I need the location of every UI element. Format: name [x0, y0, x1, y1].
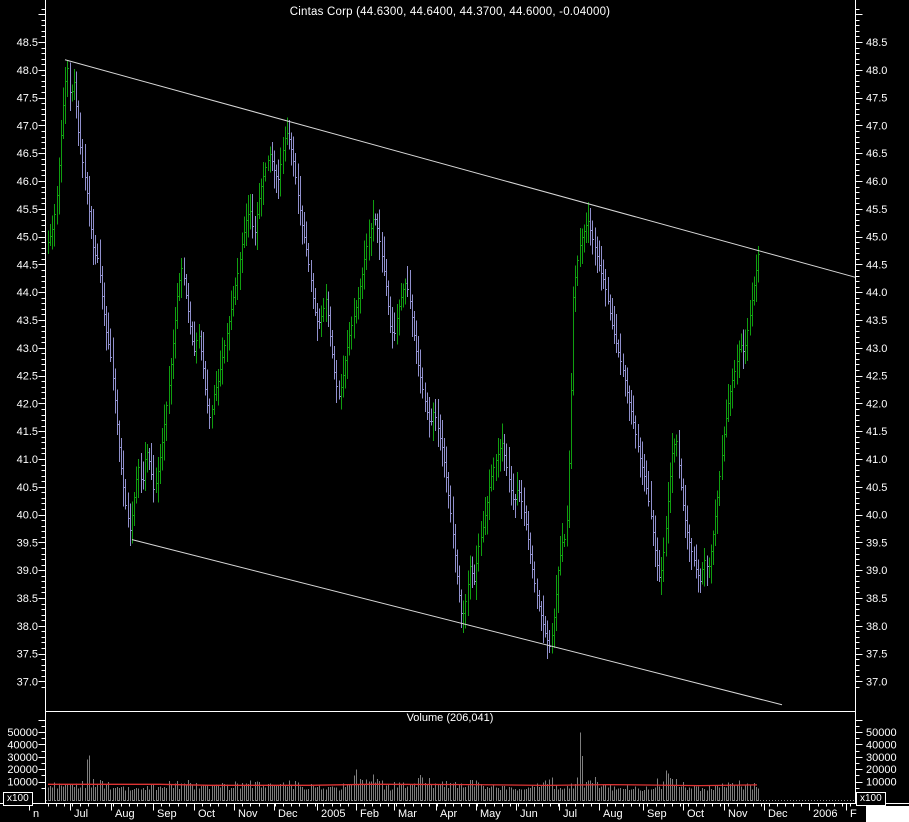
- price-tick-label: 41.0: [17, 454, 38, 466]
- price-tick-label: 41.0: [866, 454, 887, 466]
- time-tick-label: Aug: [603, 808, 623, 820]
- time-tick-label: Mar: [398, 808, 417, 820]
- volume-ma-line: [48, 783, 758, 787]
- price-tick-label: 38.0: [17, 621, 38, 633]
- price-tick-label: 39.5: [866, 537, 887, 549]
- volume-tick-label: 40000: [866, 739, 897, 751]
- price-tick-label: 37.0: [866, 676, 887, 688]
- price-tick-label: 42.0: [866, 398, 887, 410]
- price-tick-label: 40.0: [17, 510, 38, 522]
- volume-pane-title: Volume (206,041): [406, 712, 494, 724]
- time-tick-label: Jun: [520, 808, 538, 820]
- time-tick-label: May: [480, 808, 501, 820]
- corner-box: [866, 806, 909, 822]
- time-tick-label: Aug: [115, 808, 135, 820]
- chart-frame: [0, 0, 909, 804]
- price-tick-label: 37.5: [866, 649, 887, 661]
- price-tick-label: 46.5: [866, 148, 887, 160]
- time-tick-label: Sep: [647, 808, 667, 820]
- price-tick-label: 48.5: [866, 37, 887, 49]
- price-tick-label: 41.5: [17, 426, 38, 438]
- volume-tick-label: 10000: [7, 777, 38, 789]
- price-tick-label: 45.5: [866, 204, 887, 216]
- time-tick-label: n: [33, 808, 39, 820]
- price-tick-label: 44.0: [17, 287, 38, 299]
- price-tick-label: 39.0: [17, 565, 38, 577]
- time-tick-label: Dec: [768, 808, 788, 820]
- price-tick-label: 38.5: [17, 593, 38, 605]
- price-tick-label: 44.5: [17, 259, 38, 271]
- upper-channel-trendline[interactable]: [64, 59, 856, 278]
- volume-tick-marks: [38, 720, 863, 789]
- time-tick-label: Nov: [728, 808, 748, 820]
- time-tick-label: Apr: [440, 808, 457, 820]
- chart-window: 48.5 48.5 48.0 48.0 47.5 47.5 47.0 47.0 46.5 46.5…: [0, 0, 909, 822]
- time-tick-label: F: [850, 808, 857, 820]
- price-axis-labels: 48.5 48.5 48.0 48.0 47.5 47.5 47.0 47.0 46.5 46.5…: [17, 37, 888, 688]
- time-tick-label: Feb: [360, 808, 379, 820]
- volume-tick-label: 10000: [866, 777, 897, 789]
- time-tick-label: 2005: [321, 808, 345, 820]
- price-tick-label: 40.0: [866, 510, 887, 522]
- price-tick-label: 39.5: [17, 537, 38, 549]
- price-tick-label: 43.5: [17, 315, 38, 327]
- time-tick-label: Oct: [687, 808, 704, 820]
- volume-tick-label: 50000: [7, 727, 38, 739]
- price-tick-label: 40.5: [866, 482, 887, 494]
- time-axis-labels: n Jul Aug Sep Oct Nov Dec 2005 Feb Mar Apr May Jun Ju…: [29, 803, 857, 820]
- trendlines[interactable]: [64, 59, 856, 706]
- price-tick-label: 42.0: [17, 398, 38, 410]
- chart-canvas[interactable]: 48.5 48.5 48.0 48.0 47.5 47.5 47.0 47.0 46.5 46.5…: [0, 0, 909, 822]
- price-tick-label: 47.5: [17, 93, 38, 105]
- price-tick-label: 46.5: [17, 148, 38, 160]
- price-tick-label: 48.0: [17, 65, 38, 77]
- price-tick-label: 44.0: [866, 287, 887, 299]
- price-tick-label: 45.0: [17, 232, 38, 244]
- volume-tick-label: 20000: [866, 764, 897, 776]
- price-tick-label: 43.0: [866, 343, 887, 355]
- volume-bars: [48, 732, 759, 801]
- time-tick-label: 2006: [813, 808, 837, 820]
- price-tick-label: 42.5: [866, 371, 887, 383]
- volume-axis-labels: 50000 5000040000 4000030000 3000020000 20000…: [7, 727, 896, 789]
- price-tick-label: 37.5: [17, 649, 38, 661]
- price-tick-label: 37.0: [17, 676, 38, 688]
- price-tick-label: 40.5: [17, 482, 38, 494]
- time-tick-label: Oct: [198, 808, 215, 820]
- left-axis-multiplier-label: x100: [3, 792, 33, 806]
- price-tick-label: 46.0: [866, 176, 887, 188]
- price-tick-label: 43.5: [866, 315, 887, 327]
- volume-tick-label: 50000: [866, 727, 897, 739]
- price-tick-label: 41.5: [866, 426, 887, 438]
- price-tick-label: 38.5: [866, 593, 887, 605]
- price-tick-label: 48.0: [866, 65, 887, 77]
- chart-title: Cintas Corp (44.6300, 44.6400, 44.3700, …: [289, 6, 611, 18]
- time-tick-label: Jul: [563, 808, 577, 820]
- time-tick-label: Jul: [74, 808, 88, 820]
- price-tick-label: 47.5: [866, 93, 887, 105]
- price-tick-label: 46.0: [17, 176, 38, 188]
- volume-tick-label: 40000: [7, 739, 38, 751]
- price-tick-label: 42.5: [17, 371, 38, 383]
- price-tick-label: 43.0: [17, 343, 38, 355]
- volume-tick-label: 30000: [866, 752, 897, 764]
- time-tick-label: Dec: [278, 808, 298, 820]
- price-bars-up: [47, 61, 761, 654]
- price-tick-label: 47.0: [866, 120, 887, 132]
- right-axis-multiplier-label: x100: [856, 792, 886, 806]
- time-tick-label: Sep: [157, 808, 177, 820]
- price-tick-label: 44.5: [866, 259, 887, 271]
- volume-tick-label: 20000: [7, 764, 38, 776]
- price-tick-label: 45.0: [866, 232, 887, 244]
- time-tick-label: Nov: [238, 808, 258, 820]
- price-tick-label: 48.5: [17, 37, 38, 49]
- price-tick-label: 39.0: [866, 565, 887, 577]
- price-tick-label: 45.5: [17, 204, 38, 216]
- price-tick-label: 47.0: [17, 120, 38, 132]
- volume-tick-label: 30000: [7, 752, 38, 764]
- price-tick-label: 38.0: [866, 621, 887, 633]
